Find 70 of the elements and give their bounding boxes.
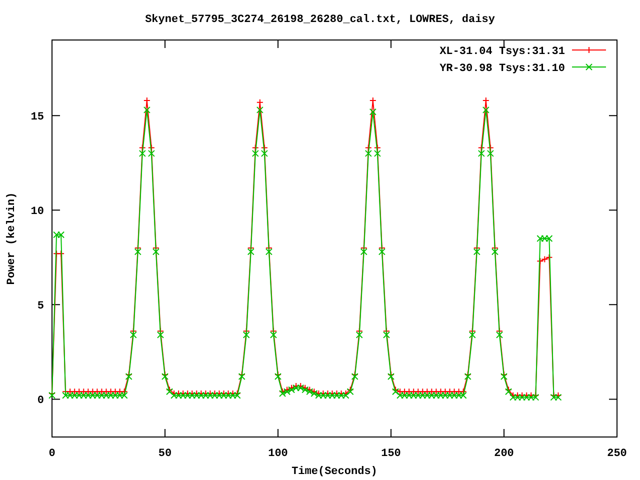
- x-tick-label: 150: [381, 448, 401, 460]
- plus-marker: [138, 144, 146, 152]
- cross-marker: [482, 106, 490, 114]
- y-tick-label: 5: [37, 300, 44, 313]
- legend-line: [572, 66, 606, 68]
- cross-marker: [130, 331, 137, 338]
- y-tick-label: 10: [30, 206, 44, 218]
- x-tick-label: 200: [494, 448, 514, 460]
- cross-marker: [252, 150, 259, 157]
- x-tick-label: 0: [48, 448, 56, 460]
- plus-marker: [482, 97, 490, 104]
- plus-marker: [265, 244, 272, 252]
- cross-marker: [473, 248, 480, 256]
- x-tick-label: 50: [158, 448, 172, 460]
- plus-marker: [152, 244, 160, 252]
- cross-marker: [464, 373, 472, 380]
- x-tick-label: 100: [268, 448, 288, 460]
- plus-marker: [148, 144, 155, 152]
- y-axis-label: Power (kelvin): [6, 192, 18, 285]
- cross-marker: [274, 373, 282, 380]
- cross-marker: [247, 248, 254, 256]
- cross-marker: [586, 64, 592, 70]
- cross-marker: [500, 373, 508, 380]
- plus-marker: [252, 144, 259, 152]
- cross-marker: [369, 108, 376, 116]
- plus-marker: [256, 98, 264, 106]
- plus-marker: [478, 144, 485, 152]
- cross-marker: [374, 150, 381, 157]
- plus-marker: [374, 144, 381, 152]
- cross-marker: [270, 331, 277, 338]
- cross-marker: [478, 150, 485, 157]
- cross-marker: [125, 373, 132, 380]
- plus-marker: [491, 244, 498, 252]
- cross-marker: [152, 248, 160, 256]
- plus-marker: [364, 144, 372, 152]
- cross-marker: [265, 248, 272, 256]
- plus-marker: [378, 244, 386, 252]
- cross-marker: [496, 331, 503, 338]
- chart-title: Skynet_57795_3C274_26198_26280_cal.txt, LOWRES, daisy: [145, 14, 495, 26]
- cross-marker: [148, 150, 155, 157]
- cross-marker: [351, 373, 358, 380]
- x-tick-label: 250: [607, 448, 627, 460]
- cross-marker: [364, 150, 372, 157]
- cross-marker: [360, 248, 368, 256]
- cross-marker: [156, 331, 164, 338]
- plus-marker: [586, 46, 592, 54]
- cross-marker: [468, 331, 476, 338]
- cross-marker: [162, 373, 168, 380]
- cross-marker: [256, 106, 264, 114]
- legend-label: YR-30.98 Tsys:31.10: [440, 63, 565, 75]
- x-axis-label: Time(Seconds): [292, 466, 378, 478]
- cross-marker: [486, 150, 494, 157]
- plus-marker: [143, 97, 150, 104]
- plus-marker: [369, 97, 376, 104]
- cross-marker: [260, 150, 268, 157]
- plus-marker: [260, 144, 268, 152]
- cross-marker: [242, 331, 250, 338]
- cross-marker: [491, 248, 498, 256]
- cross-marker: [134, 248, 142, 256]
- cross-marker: [138, 150, 146, 157]
- y-tick-label: 0: [37, 395, 44, 408]
- cross-marker: [143, 106, 150, 114]
- legend-label: XL-31.04 Tsys:31.31: [440, 46, 565, 58]
- y-tick-label: 15: [30, 112, 44, 124]
- plus-marker: [486, 144, 494, 152]
- cross-marker: [388, 373, 394, 380]
- cross-marker: [382, 331, 390, 338]
- cross-marker: [378, 248, 386, 256]
- cross-marker: [238, 373, 246, 380]
- cross-marker: [356, 331, 363, 338]
